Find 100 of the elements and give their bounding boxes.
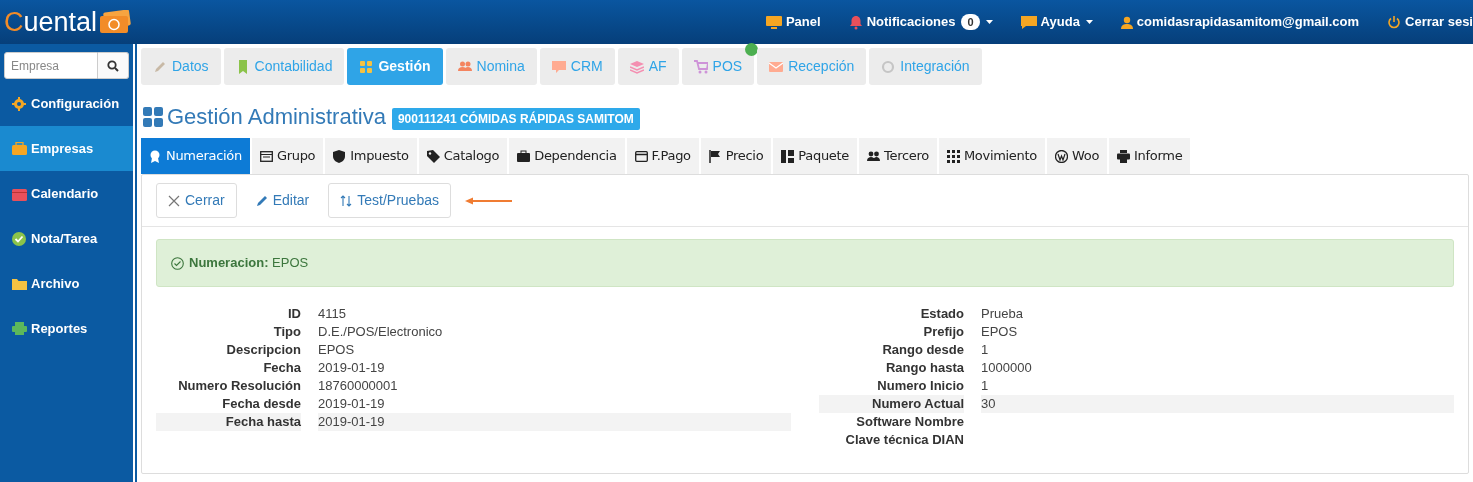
gear-icon: [12, 96, 27, 111]
field-value: D.E./POS/Electronico: [318, 323, 444, 341]
caret-icon: [985, 20, 993, 24]
tab[interactable]: Numeración: [141, 138, 250, 174]
sidebar-item[interactable]: Calendario: [0, 171, 133, 216]
columns-icon: [781, 149, 795, 163]
tags-icon: [426, 149, 440, 163]
grid-icon: [946, 149, 960, 163]
sidebar-item[interactable]: Empresas: [0, 126, 133, 171]
users-icon: [457, 59, 472, 74]
close-icon: [168, 194, 180, 207]
field-value: 1: [981, 377, 990, 395]
field-label: Fecha desde: [221, 395, 301, 413]
logout-link[interactable]: Cerrar sesi: [1387, 12, 1473, 32]
folder-icon: [12, 276, 27, 291]
flag-icon: [708, 149, 722, 163]
field-value: 1000000: [981, 359, 1033, 377]
chat-icon: [1020, 15, 1037, 29]
field-label: Estado: [919, 305, 964, 323]
field-value: 18760000001: [318, 377, 399, 395]
alert-text: Numeracion: EPOS: [189, 254, 309, 273]
tab[interactable]: F.Pago: [626, 138, 699, 174]
nav-link[interactable]: Ayuda: [1020, 12, 1093, 32]
sort-arrows-icon: [340, 194, 353, 207]
bell-icon: [848, 14, 863, 30]
field-label: Numero Actual: [819, 395, 964, 413]
field-label: Numero Inicio: [876, 377, 964, 395]
tab[interactable]: Precio: [700, 138, 772, 174]
field-label: Rango hasta: [885, 359, 964, 377]
count-badge: 0: [961, 14, 980, 30]
field-label: Fecha: [262, 359, 301, 377]
field-label: Descripcion: [225, 341, 301, 359]
search-icon: [107, 59, 119, 72]
printer-icon: [12, 321, 27, 336]
layers-icon: [629, 59, 644, 74]
tab[interactable]: Informe: [1109, 138, 1191, 174]
pencil-icon: [255, 194, 268, 207]
search-field[interactable]: Empresa: [4, 52, 98, 79]
close-button[interactable]: Cerrar: [156, 183, 237, 218]
field-value: 2019-01-19: [318, 413, 791, 431]
shield-icon: [333, 149, 347, 163]
field-label: Prefijo: [922, 323, 964, 341]
field-label: ID: [287, 305, 301, 323]
wordpress-icon: [1054, 149, 1068, 163]
user-email-link[interactable]: comidasrapidasamitom@gmail.com: [1120, 12, 1360, 32]
tab[interactable]: Paquete: [773, 138, 858, 174]
award-icon: [149, 149, 162, 163]
nav-link[interactable]: Notificaciones 0: [848, 12, 993, 32]
sidebar-item[interactable]: Nota/Tarea: [0, 216, 133, 261]
pencil-icon: [153, 59, 167, 74]
field-value: EPOS: [318, 341, 356, 359]
caret-icon: [1085, 20, 1093, 24]
tab[interactable]: Woo: [1046, 138, 1108, 174]
tab[interactable]: Catalogo: [418, 138, 508, 174]
field-label: Clave técnica DIAN: [844, 431, 964, 449]
envelope-icon: [769, 59, 784, 74]
field-label: Rango desde: [881, 341, 964, 359]
arrow-icon: [464, 196, 513, 205]
sidebar-item[interactable]: Reportes: [0, 306, 133, 351]
briefcase-icon: [517, 149, 531, 163]
sidebar-item[interactable]: Archivo: [0, 261, 133, 306]
grid-icon: [143, 106, 163, 127]
tab[interactable]: Tercero: [859, 138, 937, 174]
sidebar-item[interactable]: Configuración: [0, 81, 133, 126]
cart-icon: [693, 59, 708, 74]
field-value: 1: [981, 341, 990, 359]
power-icon: [1387, 15, 1402, 29]
grid-icon: [359, 59, 374, 74]
users-icon: [867, 149, 881, 163]
logo[interactable]: Cuental: [0, 8, 133, 36]
page-title: Gestión Administrativa: [167, 103, 386, 131]
field-label: Numero Resolución: [177, 377, 301, 395]
field-value: 2019-01-19: [318, 359, 386, 377]
field-label: Fecha hasta: [156, 413, 301, 431]
field-value: EPOS: [981, 323, 1019, 341]
edit-button[interactable]: Editar: [244, 183, 321, 218]
check-circle-icon: [12, 231, 27, 246]
ring-icon: [881, 59, 896, 74]
field-value: 2019-01-19: [318, 395, 386, 413]
field-value: Prueba: [981, 305, 1024, 323]
money-icon: [98, 10, 133, 34]
speech-bubble-icon: [551, 59, 566, 74]
search-button[interactable]: [98, 52, 129, 79]
field-value: 30: [981, 395, 1454, 413]
field-value: 4115: [318, 305, 347, 323]
monitor-icon: [765, 15, 782, 29]
printer-icon: [1117, 149, 1131, 163]
company-badge: 900111241 CÓMIDAS RÁPIDAS SAMITOM: [391, 107, 640, 130]
nav-link[interactable]: Panel: [765, 12, 821, 32]
tab[interactable]: Dependencia: [509, 138, 625, 174]
user-icon: [1120, 15, 1133, 29]
tab[interactable]: Grupo: [251, 138, 324, 174]
test-button[interactable]: Test/Pruebas: [328, 183, 451, 218]
field-label: Tipo: [272, 323, 301, 341]
window-icon: [259, 149, 273, 163]
tab[interactable]: Movimiento: [938, 138, 1045, 174]
credit-card-icon: [634, 149, 648, 163]
tab[interactable]: Impuesto: [325, 138, 417, 174]
calendar-icon: [12, 186, 27, 201]
check-circle-icon: [171, 256, 184, 270]
